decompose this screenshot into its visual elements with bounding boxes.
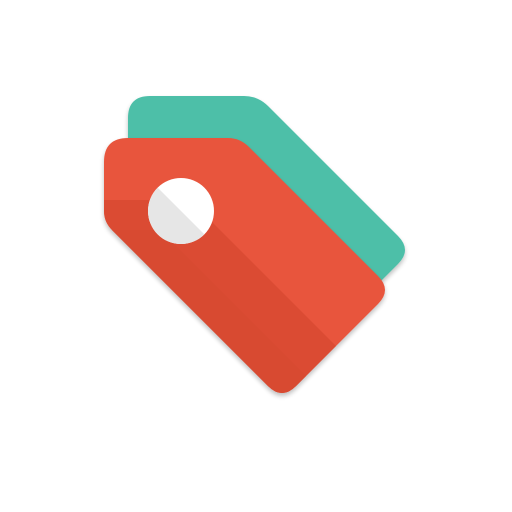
price-tags-icon bbox=[104, 96, 405, 393]
tag-hole bbox=[148, 178, 214, 244]
app-icon-canvas bbox=[0, 0, 512, 512]
